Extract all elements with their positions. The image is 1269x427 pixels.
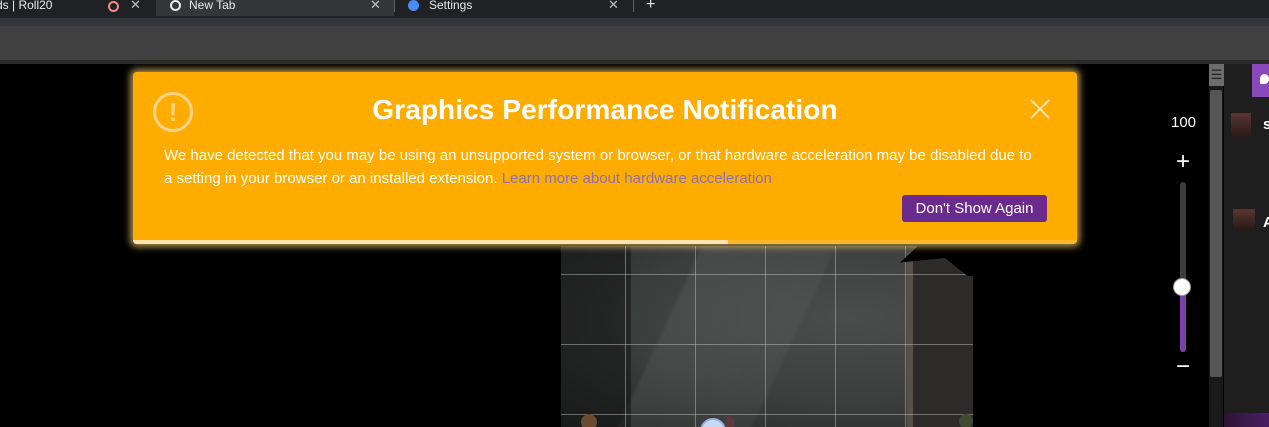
tab-close-icon[interactable]: ✕ (130, 0, 141, 13)
map-token[interactable] (725, 416, 735, 427)
address-bar[interactable] (0, 26, 1269, 60)
gear-icon (408, 0, 419, 11)
notification-timer-track (133, 240, 1077, 244)
new-tab-button[interactable]: + (646, 0, 662, 16)
map-grid (561, 246, 973, 427)
zoom-out-button[interactable]: − (1172, 355, 1194, 379)
globe-icon (170, 0, 181, 11)
sidebar-entry-name: A (1263, 214, 1269, 231)
chat-icon (1260, 74, 1269, 84)
avatar[interactable] (1231, 113, 1251, 137)
tab-new-tab[interactable]: New Tab ✕ (156, 0, 394, 16)
graphics-performance-notification: ! Graphics Performance Notification We h… (133, 72, 1077, 244)
toolbar-divider (0, 60, 1269, 64)
map-token[interactable] (581, 414, 597, 427)
zoom-in-button[interactable]: + (1172, 150, 1194, 174)
tab-close-icon[interactable]: ✕ (608, 0, 619, 13)
close-icon[interactable] (1029, 98, 1051, 120)
recording-icon (108, 1, 119, 12)
tab-title: Settings (429, 0, 473, 12)
zoom-level-label: 100 (1171, 114, 1197, 131)
avatar[interactable] (1233, 209, 1255, 229)
tab-roll20[interactable]: ds | Roll20 ✕ (0, 0, 152, 16)
map-token[interactable] (959, 414, 973, 427)
zoom-slider-handle[interactable] (1173, 278, 1191, 297)
tab-separator (394, 0, 395, 12)
notification-body: We have detected that you may be using a… (164, 144, 1044, 190)
hardware-acceleration-link[interactable]: Learn more about hardware acceleration (502, 170, 772, 187)
tab-title: ds | Roll20 (0, 0, 53, 12)
browser-tab-strip: ds | Roll20 ✕ New Tab ✕ Settings ✕ + (0, 0, 1269, 18)
browser-toolbar (0, 18, 1269, 26)
sidebar-entry-name: s (1263, 116, 1269, 133)
notification-title: Graphics Performance Notification (372, 94, 838, 125)
tab-close-icon[interactable]: ✕ (370, 0, 381, 13)
game-map[interactable] (561, 246, 973, 427)
tab-settings[interactable]: Settings ✕ (396, 0, 632, 16)
tab-separator (633, 0, 634, 12)
scrollbar-thumb[interactable] (1210, 90, 1222, 377)
plus-icon: + (646, 0, 656, 13)
menu-icon[interactable]: ☰ (1209, 64, 1224, 86)
zoom-slider-fill (1180, 287, 1186, 352)
sidebar-footer (1224, 413, 1269, 427)
notification-timer-fill (133, 240, 728, 244)
tab-title: New Tab (189, 0, 236, 12)
zoom-slider-track[interactable] (1180, 182, 1186, 352)
dont-show-again-button[interactable]: Don't Show Again (902, 195, 1047, 222)
